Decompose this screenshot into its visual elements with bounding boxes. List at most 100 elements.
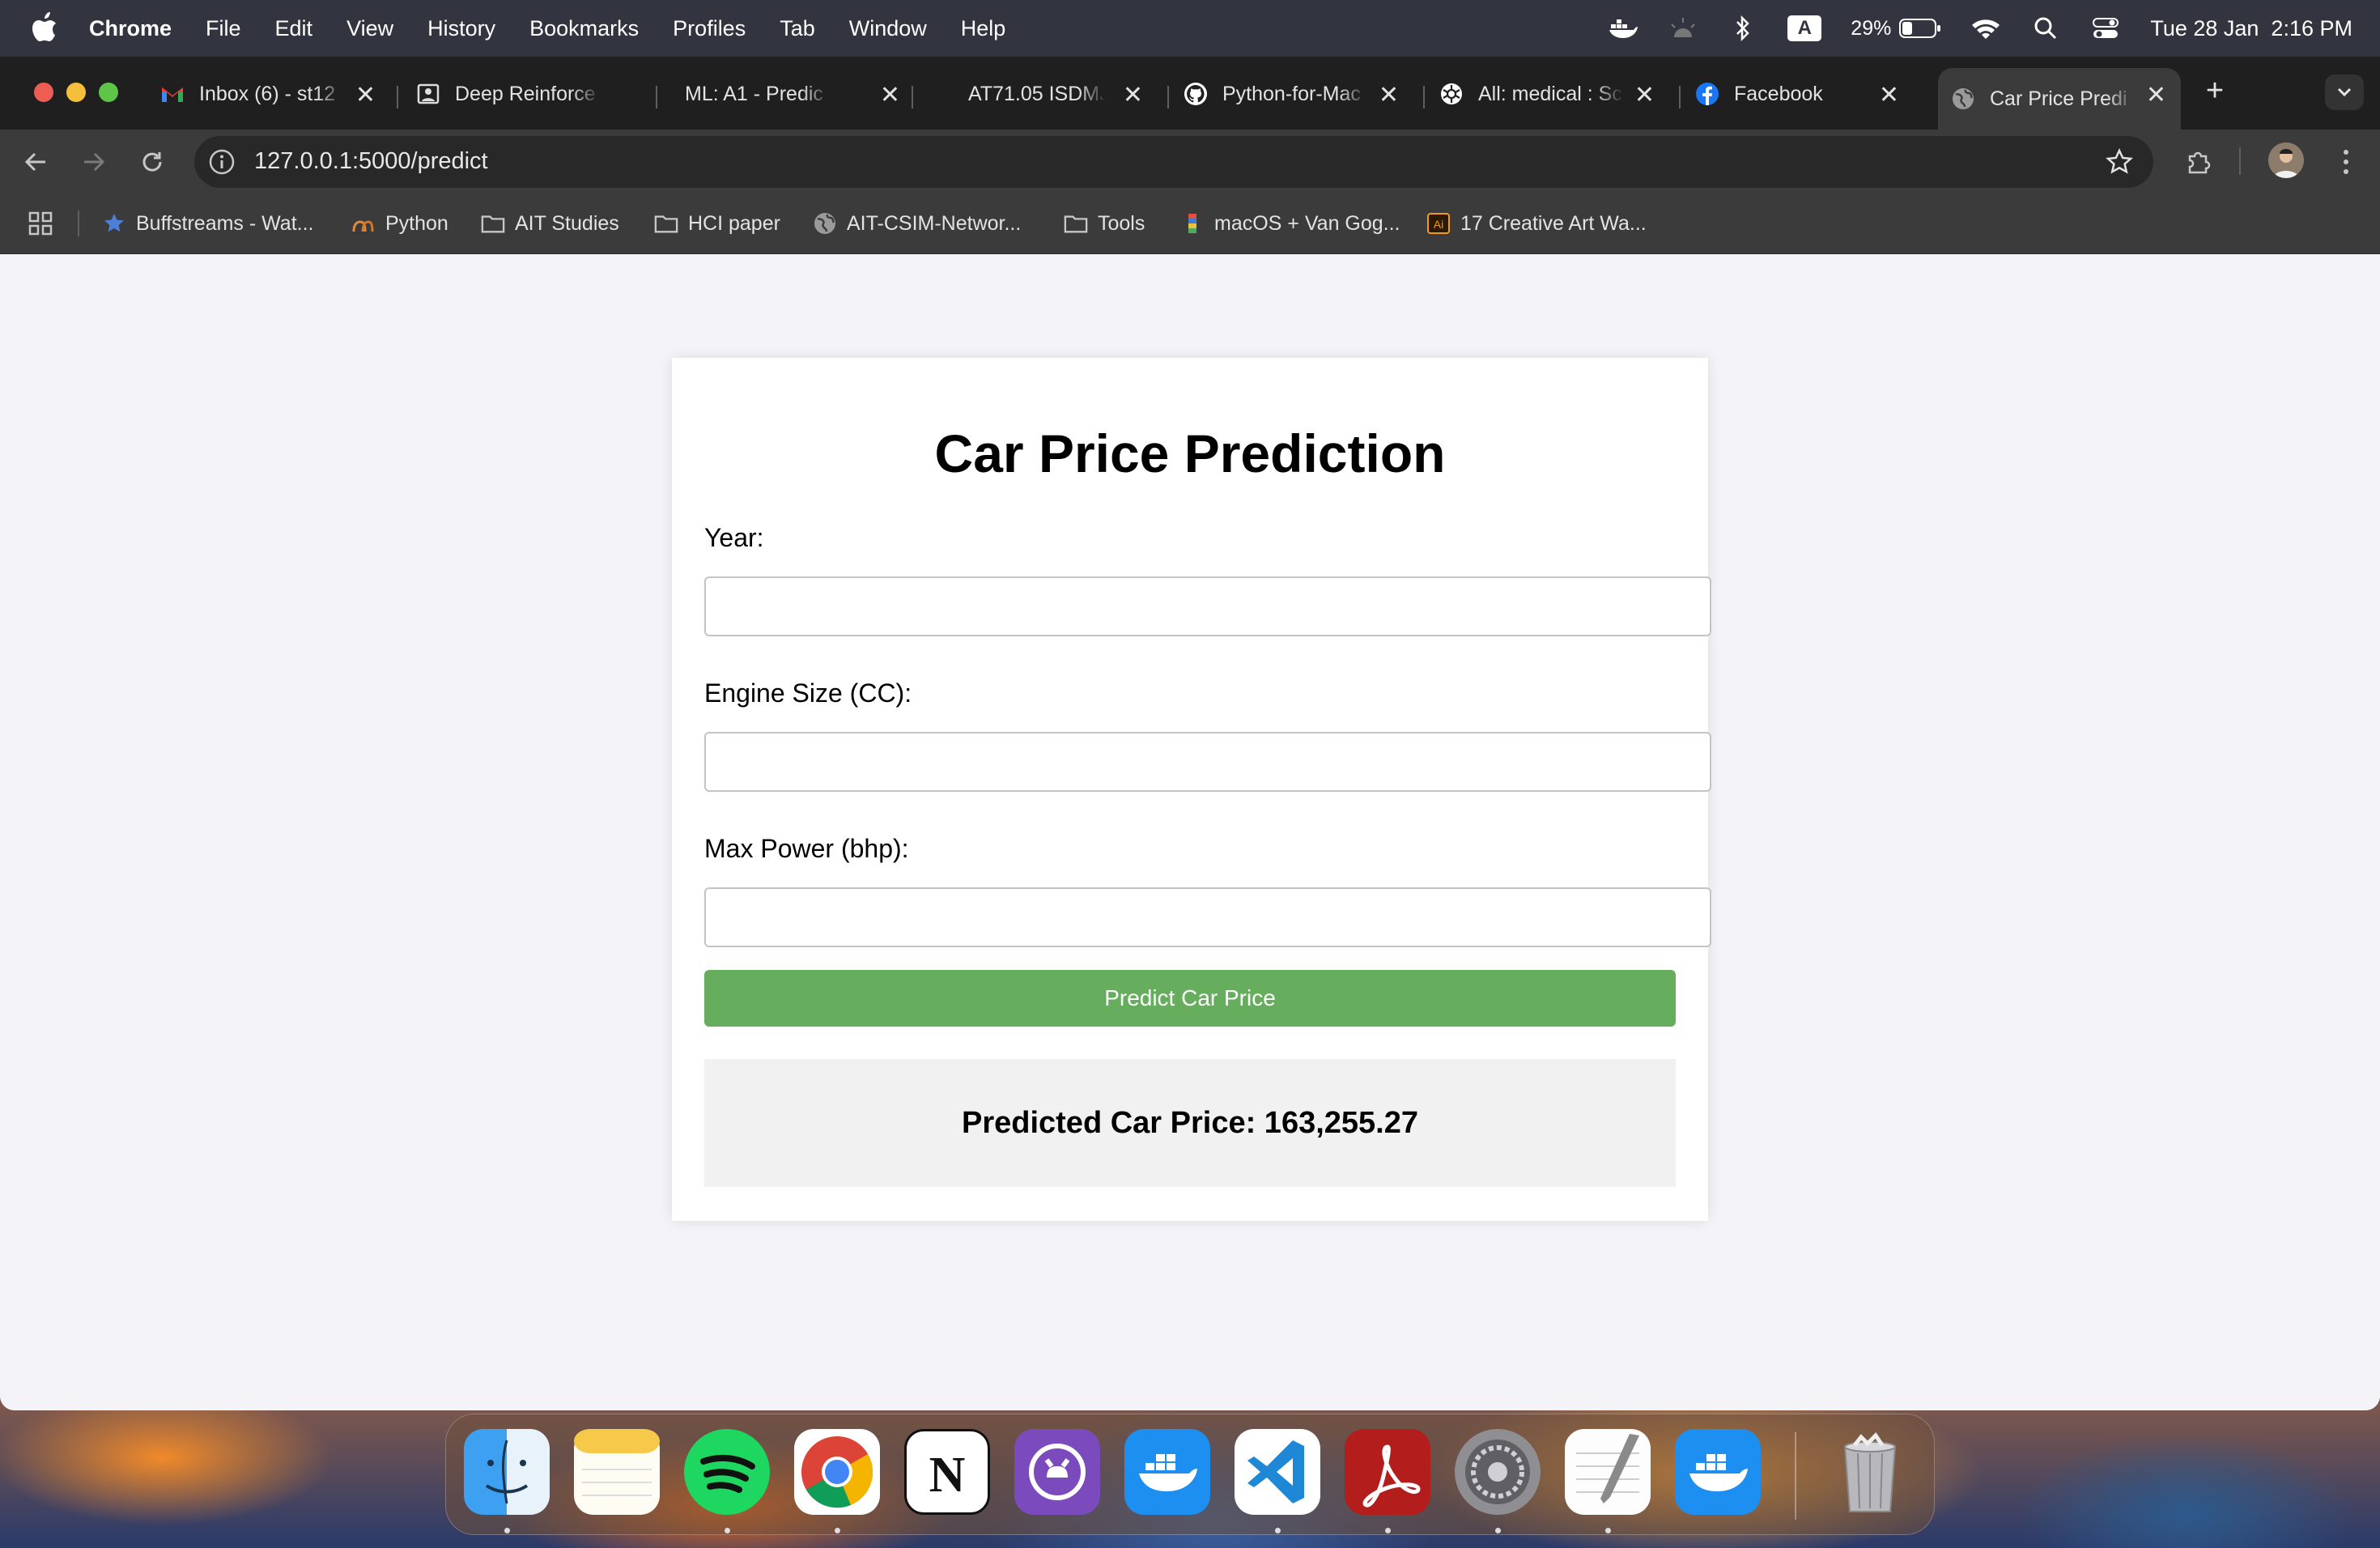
- gmail-icon: [160, 82, 185, 106]
- dock-running-dot: [1605, 1528, 1611, 1533]
- menubar-clock[interactable]: Tue 28 Jan 2:16 PM: [2150, 16, 2352, 41]
- dock-running-dot: [1385, 1528, 1391, 1533]
- chrome-window: Inbox (6) - st12 ✕ Deep Reinforce ML: A1…: [0, 57, 2380, 1410]
- menu-tab[interactable]: Tab: [780, 16, 815, 41]
- brightness-icon[interactable]: [1668, 13, 1698, 44]
- tab-close-icon[interactable]: ✕: [1379, 81, 1399, 109]
- address-bar[interactable]: 127.0.0.1:5000/predict: [194, 136, 2153, 188]
- input-source-icon[interactable]: A: [1787, 15, 1822, 41]
- tab-car-price-active[interactable]: Car Price Predi ✕: [1938, 68, 2181, 130]
- extensions-puzzle-icon[interactable]: [2182, 146, 2215, 178]
- bookmark-tools[interactable]: Tools: [1064, 209, 1145, 238]
- tab-title: All: medical : Sc: [1478, 82, 1622, 105]
- tab-close-icon[interactable]: ✕: [2146, 81, 2166, 109]
- control-center-icon[interactable]: [2090, 13, 2121, 44]
- max-power-input[interactable]: [704, 887, 1711, 947]
- bookmark-label: Python: [385, 211, 448, 235]
- spotlight-search-icon[interactable]: [2030, 13, 2061, 44]
- window-zoom-button[interactable]: [99, 83, 118, 102]
- tab-close-icon[interactable]: ✕: [1634, 81, 1655, 109]
- tab-deep-reinforce[interactable]: Deep Reinforce: [416, 68, 646, 120]
- chrome-menu-kebab-icon[interactable]: [2330, 146, 2362, 178]
- tab-separator: [656, 86, 657, 108]
- dock-running-dot: [504, 1528, 510, 1533]
- menu-file[interactable]: File: [206, 16, 241, 41]
- menu-bookmarks[interactable]: Bookmarks: [529, 16, 639, 41]
- bookmarks-bar: Buffstreams - Wat... Python AIT Studies …: [0, 193, 2380, 254]
- tab-close-icon[interactable]: ✕: [880, 81, 900, 109]
- window-minimize-button[interactable]: [66, 83, 86, 102]
- engine-size-input[interactable]: [704, 732, 1711, 792]
- tab-inbox[interactable]: Inbox (6) - st12 ✕: [160, 68, 390, 120]
- menu-view[interactable]: View: [346, 16, 393, 41]
- predict-car-price-button[interactable]: Predict Car Price: [704, 970, 1676, 1027]
- notes-icon[interactable]: [574, 1429, 660, 1515]
- menu-edit[interactable]: Edit: [275, 16, 313, 41]
- python-icon: [351, 211, 376, 236]
- spotify-icon[interactable]: [684, 1429, 770, 1515]
- chrome-icon[interactable]: [794, 1429, 880, 1515]
- bookmark-ait-studies[interactable]: AIT Studies: [481, 209, 619, 238]
- bluetooth-icon[interactable]: [1728, 13, 1758, 44]
- dock-running-dot: [1495, 1528, 1501, 1533]
- profile-avatar[interactable]: [2268, 142, 2304, 178]
- bookmark-star-icon[interactable]: [2103, 146, 2136, 178]
- bookmark-macos-van-gogh[interactable]: macOS + Van Gog...: [1180, 209, 1400, 238]
- site-info-icon[interactable]: [206, 146, 238, 178]
- tab-title: Facebook: [1734, 82, 1823, 105]
- battery-status[interactable]: 29%: [1851, 17, 1941, 40]
- apple-icon[interactable]: [31, 12, 58, 45]
- back-arrow-icon[interactable]: [19, 146, 52, 178]
- bookmark-creative-art[interactable]: Ai 17 Creative Art Wa...: [1426, 209, 1647, 238]
- wifi-icon[interactable]: [1970, 13, 2001, 44]
- window-close-button[interactable]: [34, 83, 53, 102]
- trash-icon[interactable]: [1827, 1429, 1913, 1515]
- bookmarks-divider: [78, 211, 79, 236]
- tab-close-icon[interactable]: ✕: [1123, 81, 1143, 109]
- tab-python-for-mac[interactable]: Python-for-Mac ✕: [1184, 68, 1413, 120]
- forward-arrow-icon[interactable]: [78, 146, 110, 178]
- bookmark-buffstreams[interactable]: Buffstreams - Wat...: [102, 209, 314, 238]
- finder-icon[interactable]: [464, 1429, 550, 1515]
- vscode-icon[interactable]: [1235, 1429, 1320, 1515]
- tab-at71[interactable]: AT71.05 ISDMJ ✕: [941, 68, 1158, 120]
- prediction-result: Predicted Car Price: 163,255.27: [704, 1059, 1676, 1187]
- tab-ml-a1[interactable]: ML: A1 - Predic ✕: [685, 68, 915, 120]
- tab-facebook[interactable]: Facebook ✕: [1695, 68, 1914, 120]
- textedit-icon[interactable]: [1565, 1429, 1651, 1515]
- notion-icon[interactable]: N: [904, 1429, 990, 1515]
- new-tab-plus-icon[interactable]: +: [2199, 74, 2231, 108]
- docker-icon[interactable]: [1124, 1429, 1210, 1515]
- system-settings-icon[interactable]: [1455, 1429, 1541, 1515]
- folder-icon: [654, 211, 678, 236]
- menu-app-name[interactable]: Chrome: [89, 16, 172, 41]
- browser-toolbar: 127.0.0.1:5000/predict: [0, 130, 2380, 193]
- tab-close-icon[interactable]: ✕: [355, 81, 376, 109]
- apps-grid-icon[interactable]: [28, 209, 53, 238]
- bookmark-python[interactable]: Python: [351, 209, 448, 238]
- year-input[interactable]: [704, 576, 1711, 636]
- acrobat-icon[interactable]: [1345, 1429, 1430, 1515]
- year-label: Year:: [704, 523, 764, 552]
- tab-search-chevron-icon[interactable]: [2325, 74, 2364, 110]
- bookmark-label: Buffstreams - Wat...: [136, 211, 314, 235]
- menu-profiles[interactable]: Profiles: [673, 16, 746, 41]
- bookmark-hci-paper[interactable]: HCI paper: [654, 209, 780, 238]
- bookmark-label: HCI paper: [688, 211, 780, 235]
- tab-all-medical[interactable]: All: medical : Sc ✕: [1439, 68, 1669, 120]
- bookmark-label: AIT-CSIM-Networ...: [847, 211, 1022, 235]
- bookmark-ait-csim[interactable]: AIT-CSIM-Networ...: [813, 209, 1021, 238]
- github-desktop-icon[interactable]: [1014, 1429, 1100, 1515]
- docker-desktop-icon[interactable]: [1675, 1429, 1761, 1515]
- tab-close-icon[interactable]: ✕: [1879, 81, 1899, 109]
- tab-separator: [397, 86, 398, 108]
- engine-size-label: Engine Size (CC):: [704, 678, 912, 708]
- docker-tray-icon[interactable]: [1608, 13, 1638, 44]
- menu-help[interactable]: Help: [961, 16, 1006, 41]
- github-icon: [1184, 82, 1208, 106]
- dock-separator: [1795, 1432, 1796, 1520]
- reload-icon[interactable]: [136, 146, 168, 178]
- menu-window[interactable]: Window: [849, 16, 927, 41]
- address-url[interactable]: 127.0.0.1:5000/predict: [254, 148, 488, 175]
- menu-history[interactable]: History: [427, 16, 495, 41]
